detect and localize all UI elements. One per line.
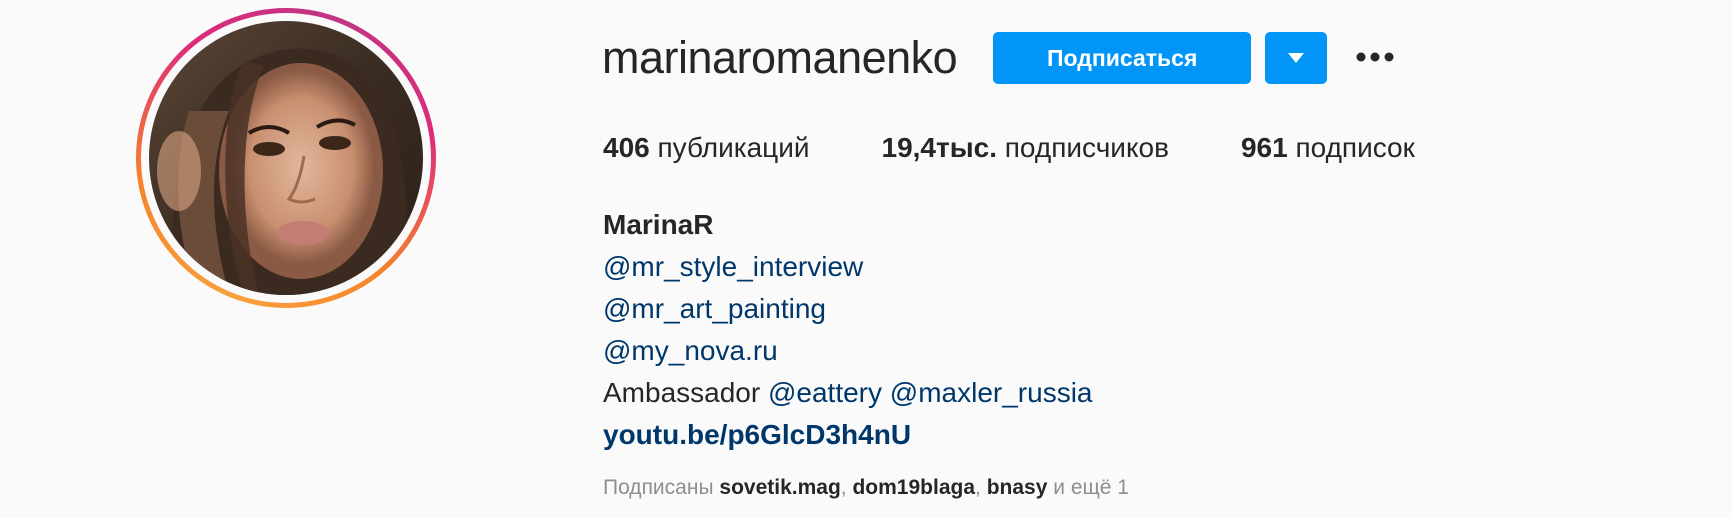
bio-mention-link[interactable]: @eattery xyxy=(768,377,882,408)
followed-by-account: dom19blaga xyxy=(852,476,976,499)
followed-by-prefix: Подписаны xyxy=(603,476,714,499)
separator: , xyxy=(975,476,981,499)
avatar-story-ring[interactable] xyxy=(136,8,436,308)
posts-label: публикаций xyxy=(657,132,810,163)
profile-stats: 406 публикаций 19,4тыс. подписчиков 961 … xyxy=(603,130,1487,166)
following-label: подписок xyxy=(1295,132,1415,163)
posts-value: 406 xyxy=(603,132,650,163)
avatar[interactable] xyxy=(149,21,423,295)
profile-header: marinaromanenko Подписаться xyxy=(602,32,1401,84)
separator: , xyxy=(840,476,847,499)
bio-mention-link[interactable]: @mr_art_painting xyxy=(603,293,826,324)
followers-link[interactable]: 19,4тыс. подписчиков xyxy=(882,130,1169,166)
followed-by-suffix: и ещё 1 xyxy=(1053,476,1129,499)
follow-button[interactable]: Подписаться xyxy=(993,32,1252,84)
following-value: 961 xyxy=(1240,132,1288,163)
followers-label: подписчиков xyxy=(1004,132,1169,163)
profile-bio: MarinaR @mr_style_interview @mr_art_pain… xyxy=(603,204,1092,456)
suggestions-dropdown-button[interactable] xyxy=(1265,32,1328,84)
display-name: MarinaR xyxy=(603,209,714,240)
bio-mention-link[interactable]: @mr_style_interview xyxy=(603,251,863,282)
followed-by[interactable]: Подписаны sovetik.mag, dom19blaga, bnasy… xyxy=(603,474,1129,502)
followed-by-account: sovetik.mag xyxy=(719,476,841,499)
profile-website-link[interactable]: youtu.be/p6GlcD3h4nU xyxy=(603,419,911,450)
more-options-button[interactable] xyxy=(1349,32,1401,84)
followers-value: 19,4тыс. xyxy=(881,132,997,163)
bio-text: Ambassador xyxy=(603,377,761,408)
more-options-icon xyxy=(1356,49,1394,67)
bio-ambassador-line: Ambassador @eattery @maxler_russia xyxy=(603,372,1092,414)
caret-down-icon xyxy=(1288,51,1305,66)
username: marinaromanenko xyxy=(602,32,958,83)
following-link[interactable]: 961 подписок xyxy=(1241,130,1415,166)
bio-mention-link[interactable]: @maxler_russia xyxy=(890,377,1093,408)
bio-mention-link[interactable]: @my_nova.ru xyxy=(603,335,778,366)
posts-count: 406 публикаций xyxy=(603,130,810,166)
followed-by-account: bnasy xyxy=(986,476,1048,499)
